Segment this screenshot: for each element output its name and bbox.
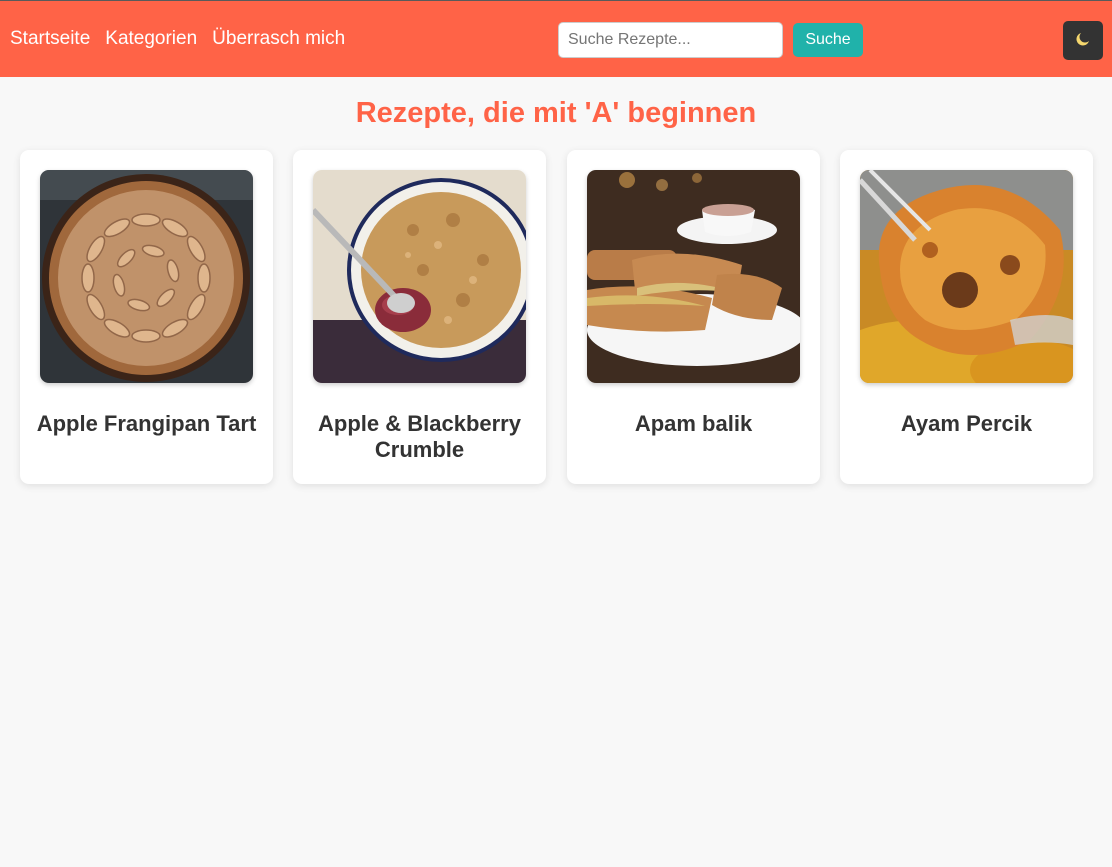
recipe-card[interactable]: Apple & Blackberry Crumble [293,150,546,484]
search-input[interactable] [558,22,783,58]
ayam-percik-photo [860,170,1073,383]
apple-frangipan-tart-photo [40,170,253,383]
nav-link-categories[interactable]: Kategorien [105,27,197,51]
recipe-title[interactable]: Apple Frangipan Tart [30,411,263,437]
page-title: Rezepte, die mit 'A' beginnen [355,97,757,129]
nav-link-home[interactable]: Startseite [10,27,90,51]
search-button[interactable]: Suche [793,23,863,57]
top-navbar: Startseite Kategorien Überrasch mich Suc… [0,0,1112,77]
recipe-title[interactable]: Ayam Percik [850,411,1083,437]
recipe-card[interactable]: Apam balik [567,150,820,484]
recipe-card[interactable]: Ayam Percik [840,150,1093,484]
dark-mode-toggle-button[interactable] [1063,21,1103,60]
apam-balik-photo [587,170,800,383]
recipe-card[interactable]: Apple Frangipan Tart [20,150,273,484]
recipe-title[interactable]: Apam balik [577,411,810,437]
moon-icon [1074,30,1092,51]
nav-links: Startseite Kategorien Überrasch mich [10,27,345,51]
apple-blackberry-crumble-photo [313,170,526,383]
nav-link-surprise-me[interactable]: Überrasch mich [212,27,345,51]
recipe-title[interactable]: Apple & Blackberry Crumble [303,411,536,463]
